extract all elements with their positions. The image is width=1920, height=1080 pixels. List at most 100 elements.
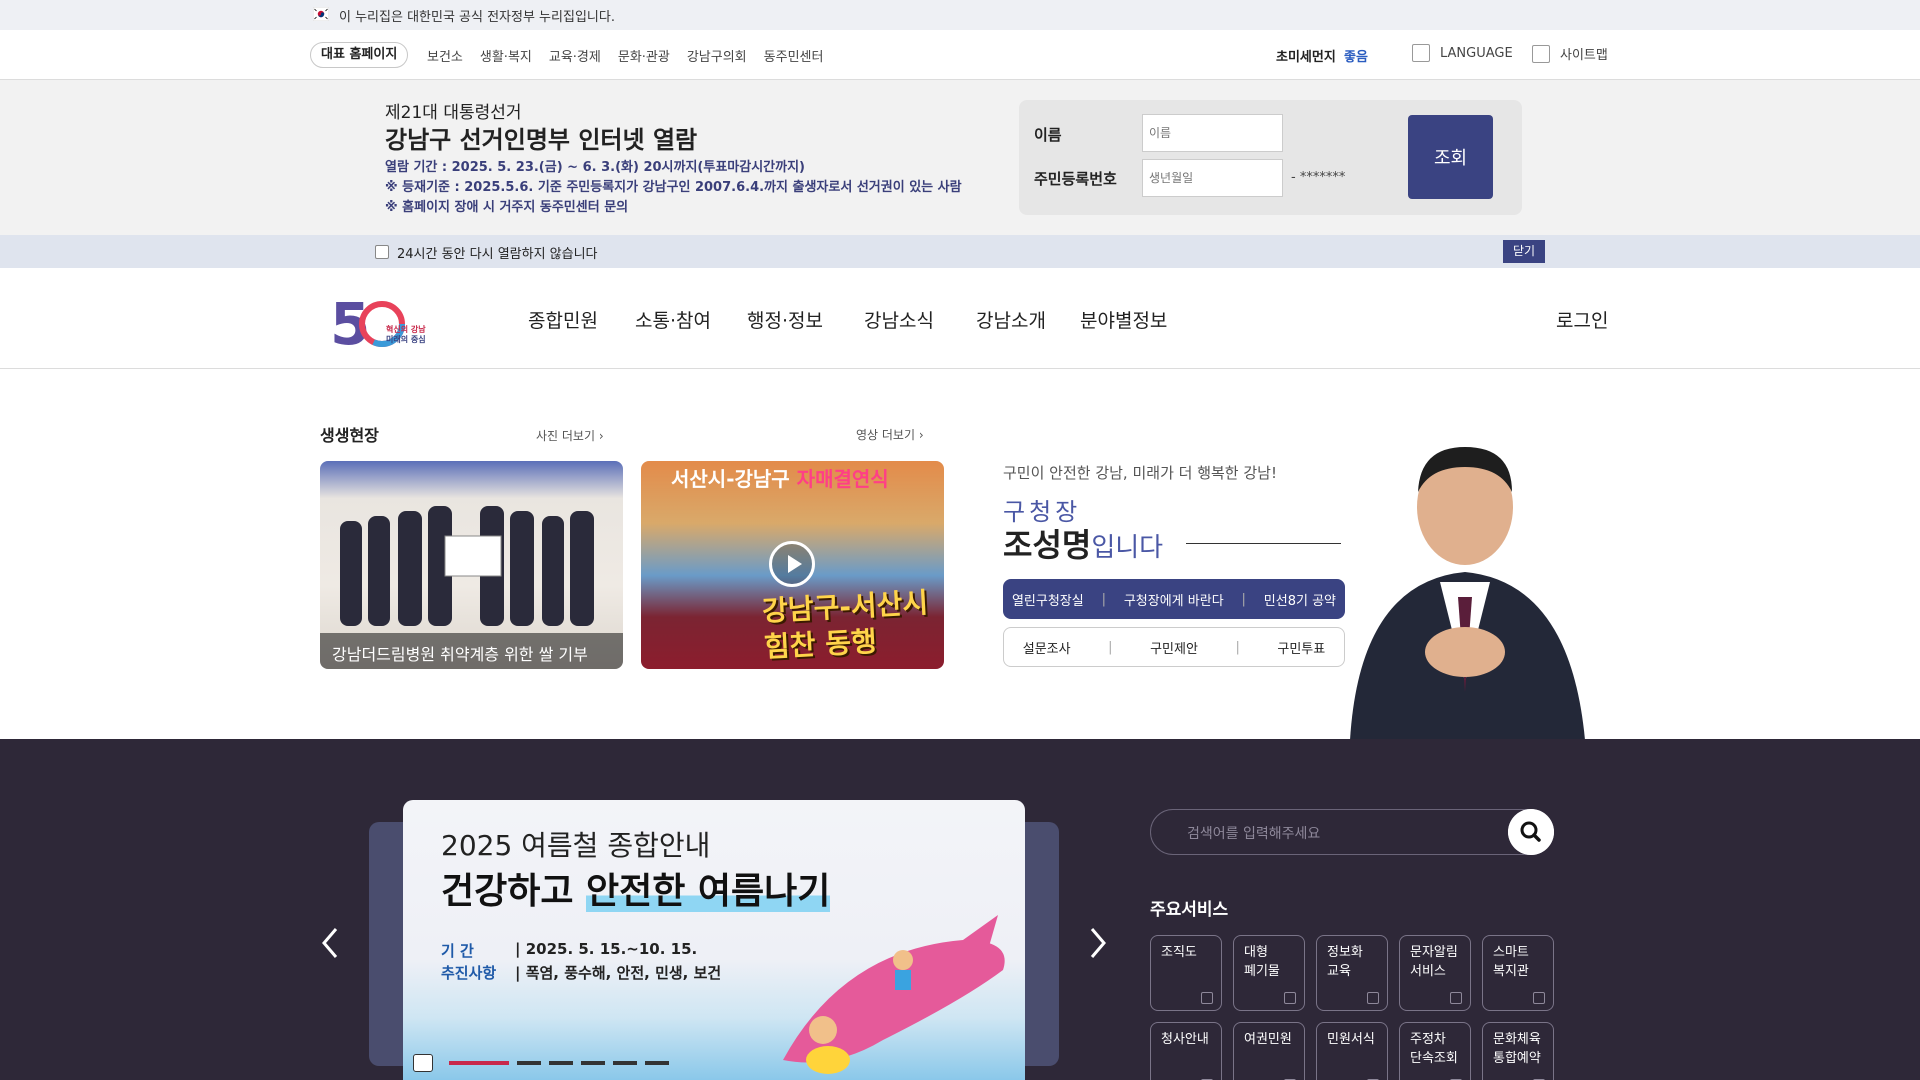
live-scene-title: 생생현장: [320, 426, 379, 445]
chevron-right-icon: ›: [598, 429, 604, 443]
service-tile[interactable]: 스마트 복지관: [1482, 935, 1554, 1011]
language-icon: [1412, 44, 1430, 62]
sitemap-button[interactable]: 사이트맵: [1532, 44, 1608, 63]
pager-dot[interactable]: [645, 1061, 669, 1065]
gnb-item-civil-service[interactable]: 종합민원: [528, 306, 598, 333]
pager-dot[interactable]: [549, 1061, 573, 1065]
video-card[interactable]: 서산시-강남구 자매결연식 강남구-서산시 힘찬 동행: [641, 461, 944, 669]
chevron-right-icon: ›: [918, 428, 924, 442]
dont-show-checkbox[interactable]: [375, 245, 389, 259]
sitemap-label: 사이트맵: [1560, 48, 1608, 63]
banner-period-value: | 2025. 5. 15.~10. 15.: [515, 940, 698, 958]
name-input[interactable]: [1142, 114, 1283, 152]
service-tile-label: 민원서식: [1327, 1032, 1375, 1047]
service-tile[interactable]: 조직도: [1150, 935, 1222, 1011]
language-button[interactable]: LANGUAGE: [1412, 44, 1513, 62]
gov-banner-text[interactable]: 이 누리집은 대한민국 공식 전자정부 누리집입니다.: [339, 6, 615, 25]
service-tile-label: 여권민원: [1244, 1032, 1292, 1047]
whale-illustration: [783, 915, 1005, 1074]
voter-lookup-form: 이름 주민등록번호 - ******* 조회: [1019, 100, 1522, 215]
service-tile[interactable]: 정보화 교육: [1316, 935, 1388, 1011]
login-link[interactable]: 로그인: [1556, 306, 1608, 333]
dont-show-label[interactable]: 24시간 동안 다시 열람하지 않습니다: [397, 243, 598, 262]
banner-line1: 2025 여름철 종합안내: [441, 829, 711, 862]
pager-dot[interactable]: [449, 1061, 509, 1065]
site-link-health-center[interactable]: 보건소: [427, 46, 463, 65]
more-videos-link[interactable]: 영상 더보기 ›: [856, 426, 924, 443]
gnb-item-by-field[interactable]: 분야별정보: [1080, 306, 1167, 333]
fine-dust-label: 초미세먼지: [1276, 50, 1336, 65]
rrn-label: 주민등록번호: [1034, 170, 1117, 188]
main-homepage-button[interactable]: 대표 홈페이지: [310, 42, 409, 68]
open-mayor-office-link[interactable]: 열린구청장실: [1012, 590, 1084, 609]
citizen-vote-link[interactable]: 구민투표: [1277, 638, 1325, 657]
list-view-icon[interactable]: [413, 1054, 433, 1072]
service-tile[interactable]: 문자알림 서비스: [1399, 935, 1471, 1011]
site-link-council[interactable]: 강남구의회: [687, 46, 747, 65]
slide-pager: [413, 1054, 669, 1072]
pager-dot[interactable]: [517, 1061, 541, 1065]
proposal-link[interactable]: 구민제안: [1150, 638, 1198, 657]
request-to-mayor-link[interactable]: 구청장에게 바란다: [1124, 590, 1224, 609]
pledges-link[interactable]: 민선8기 공약: [1264, 590, 1336, 609]
service-tile[interactable]: 문화체육 통합예약: [1482, 1022, 1554, 1080]
survey-link[interactable]: 설문조사: [1023, 638, 1071, 657]
popup-footer: 24시간 동안 다시 열람하지 않습니다 닫기: [0, 235, 1920, 268]
search-icon[interactable]: [1508, 809, 1554, 855]
gnb-item-news[interactable]: 강남소식: [864, 306, 934, 333]
svg-text:혁신의 강남: 혁신의 강남: [386, 324, 426, 334]
birthdate-input[interactable]: [1142, 159, 1283, 197]
sitemap-icon: [1532, 44, 1550, 63]
service-tile-label: 문화체육 통합예약: [1493, 1032, 1541, 1066]
video-tag: 강남구-서산시 힘찬 동행: [761, 586, 929, 664]
next-slide-arrow-icon[interactable]: [1086, 925, 1110, 961]
popup-close-button[interactable]: 닫기: [1503, 240, 1545, 263]
mayor-secondary-links: 설문조사 | 구민제안 | 구민투표: [1003, 627, 1345, 667]
video-headline: 서산시-강남구 자매결연식: [671, 467, 889, 491]
site-link-culture[interactable]: 문화·관광: [618, 46, 670, 65]
divider: [1186, 543, 1341, 544]
lookup-button[interactable]: 조회: [1408, 115, 1493, 199]
site-link-welfare[interactable]: 생활·복지: [480, 46, 532, 65]
gov-banner: 이 누리집은 대한민국 공식 전자정부 누리집입니다.: [0, 0, 1920, 30]
service-tile[interactable]: 주정차 단속조회: [1399, 1022, 1471, 1080]
popup-title: 강남구 선거인명부 인터넷 열람: [385, 126, 698, 154]
more-photos-link[interactable]: 사진 더보기 ›: [536, 427, 604, 444]
gnb-item-about[interactable]: 강남소개: [976, 306, 1046, 333]
more-videos-label: 영상 더보기: [856, 428, 916, 442]
site-link-community-center[interactable]: 동주민센터: [764, 46, 824, 65]
election-popup: 제21대 대통령선거 강남구 선거인명부 인터넷 열람 열람 기간 : 2025…: [0, 80, 1920, 235]
prev-slide-arrow-icon[interactable]: [318, 925, 342, 961]
rrn-mask: - *******: [1291, 170, 1346, 185]
site-search[interactable]: 검색어를 입력해주세요: [1150, 809, 1554, 855]
fine-dust-value: 좋음: [1344, 50, 1368, 65]
service-tile-label: 청사안내: [1161, 1032, 1209, 1047]
service-tile-label: 정보화 교육: [1327, 945, 1363, 979]
gnb-item-administration[interactable]: 행정·정보: [747, 306, 823, 333]
popup-notice: ※ 홈페이지 장애 시 거주지 동주민센터 문의: [385, 200, 629, 215]
mayor-primary-links: 열린구청장실 | 구청장에게 바란다 | 민선8기 공약: [1003, 579, 1345, 619]
service-tile[interactable]: 대형 폐기물: [1233, 935, 1305, 1011]
language-label: LANGUAGE: [1440, 45, 1513, 61]
service-icon: [1450, 992, 1462, 1004]
utility-bar: 대표 홈페이지 보건소 생활·복지 교육·경제 문화·관광 강남구의회 동주민센…: [0, 30, 1920, 80]
name-label: 이름: [1034, 126, 1062, 144]
service-tile-label: 조직도: [1161, 945, 1197, 960]
play-icon[interactable]: [769, 541, 815, 587]
search-input[interactable]: 검색어를 입력해주세요: [1187, 823, 1320, 843]
banner-line2: 건강하고 안전한 여름나기: [441, 871, 831, 912]
site-link-education[interactable]: 교육·경제: [549, 46, 601, 65]
photo-caption: 강남더드림병원 취약계층 위한 쌀 기부: [320, 633, 623, 669]
pager-dot[interactable]: [581, 1061, 605, 1065]
gnb-item-communication[interactable]: 소통·참여: [635, 306, 711, 333]
gangnam-50-logo[interactable]: 5 혁신의 강남 미래의 중심: [330, 292, 450, 348]
service-tile[interactable]: 민원서식: [1316, 1022, 1388, 1080]
photo-card[interactable]: 강남더드림병원 취약계층 위한 쌀 기부: [320, 461, 623, 669]
popup-period: 열람 기간 : 2025. 5. 23.(금) ~ 6. 3.(화) 20시까지…: [385, 160, 805, 175]
service-tile-label: 주정차 단속조회: [1410, 1032, 1458, 1066]
service-tile[interactable]: 여권민원: [1233, 1022, 1305, 1080]
banner-items-value: | 폭염, 풍수해, 안전, 민생, 보건: [515, 964, 722, 982]
banner-slide[interactable]: 2025 여름철 종합안내 건강하고 안전한 여름나기 기 간 | 2025. …: [403, 800, 1025, 1080]
pager-dot[interactable]: [613, 1061, 637, 1065]
service-tile[interactable]: 청사안내: [1150, 1022, 1222, 1080]
